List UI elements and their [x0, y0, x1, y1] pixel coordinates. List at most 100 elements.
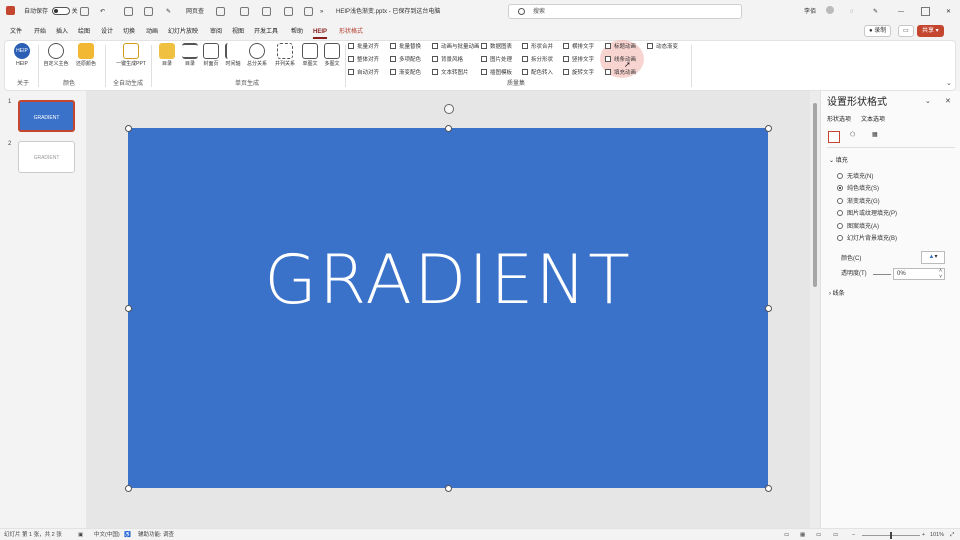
radio-solid-fill[interactable]: 纯色填充(S) — [837, 184, 879, 194]
check-dynamic-gradient[interactable]: 动态渐变 — [647, 42, 678, 52]
zoom-level[interactable]: 101% — [930, 530, 944, 540]
tab-design[interactable]: 设计 — [101, 27, 113, 37]
resize-handle[interactable] — [125, 485, 132, 492]
pen-icon[interactable]: ✎ — [873, 6, 878, 18]
format-painter-icon[interactable] — [144, 6, 153, 18]
check-batch-replace[interactable]: 批量替换 — [390, 42, 421, 52]
tab-text-options[interactable]: 文本选项 — [861, 116, 885, 124]
check-animation[interactable]: 动画与批量动画 — [432, 42, 480, 52]
one-click-ppt-button[interactable]: 一键生成PPT — [111, 43, 151, 68]
check-rotate-text[interactable]: 旋转文字 — [563, 68, 594, 78]
tab-view[interactable]: 视图 — [232, 27, 244, 37]
check-fill-animation[interactable]: 填充动画 — [605, 68, 636, 78]
resize-handle[interactable] — [445, 485, 452, 492]
ribbon-collapse-icon[interactable]: ⌄ — [946, 79, 952, 87]
record-button[interactable]: ● 录制 — [864, 25, 892, 37]
redo-icon[interactable] — [124, 6, 133, 18]
check-shape-merge[interactable]: 形状合并 — [522, 42, 553, 52]
check-title-animation[interactable]: 标题动画 — [605, 42, 636, 52]
tab-animations[interactable]: 动画 — [146, 27, 158, 37]
normal-view-icon[interactable]: ▭ — [784, 530, 789, 540]
tab-review[interactable]: 审阅 — [210, 27, 222, 37]
undo-icon[interactable]: ↶ — [100, 6, 105, 18]
share-button[interactable]: 共享 ▾ — [917, 25, 944, 37]
resize-handle[interactable] — [125, 305, 132, 312]
lightbulb-icon[interactable]: ◌ — [850, 6, 854, 18]
tab-shape-format[interactable]: 形状格式 — [339, 27, 363, 37]
user-name[interactable]: 李佰 — [804, 6, 816, 18]
total-split-button[interactable]: 总分关系 — [242, 43, 272, 68]
check-color-import[interactable]: 配色转入 — [522, 68, 553, 78]
close-icon[interactable]: ✕ — [946, 6, 951, 18]
tab-transitions[interactable]: 切换 — [123, 27, 135, 37]
radio-background-fill[interactable]: 幻灯片背景填充(B) — [837, 234, 897, 244]
line-section-header[interactable]: › 线条 — [829, 289, 845, 299]
check-vertical-text[interactable]: 竖排文字 — [563, 55, 594, 65]
tab-file[interactable]: 文件 — [10, 27, 22, 37]
slide-thumbnail[interactable]: GRADIENT — [18, 100, 75, 132]
transparency-input[interactable]: 0% ˄ ˅ — [893, 268, 945, 280]
rotate-handle[interactable] — [444, 104, 454, 114]
check-background-style[interactable]: 背景风格 — [432, 55, 463, 65]
spellcheck-icon[interactable]: ▣ — [78, 530, 83, 540]
check-illustration[interactable]: 插图模板 — [481, 68, 512, 78]
slideshow-icon[interactable]: ▭ — [833, 530, 838, 540]
maximize-icon[interactable] — [921, 6, 930, 18]
check-overall-align[interactable]: 整体对齐 — [348, 55, 379, 65]
save-icon[interactable] — [80, 6, 89, 18]
tab-shape-options[interactable]: 形状选项 — [827, 116, 851, 124]
tab-slideshow[interactable]: 幻灯片放映 — [168, 27, 198, 37]
autosave-toggle[interactable]: 关 — [52, 6, 78, 18]
custom-color-button[interactable]: 自定义主色 — [41, 43, 71, 68]
check-gradient-color[interactable]: 渐变配色 — [390, 68, 421, 78]
slide-sorter-icon[interactable]: ▦ — [800, 530, 805, 540]
presentation-icon[interactable] — [240, 6, 249, 18]
fill-line-icon[interactable] — [828, 131, 840, 143]
selected-shape[interactable]: GRADIENT — [128, 128, 768, 488]
pane-close-icon[interactable]: ✕ — [945, 97, 951, 105]
fill-section-header[interactable]: ⌄ 填充 — [829, 156, 848, 166]
more-icon[interactable]: » — [320, 6, 323, 18]
check-split-shape[interactable]: 拆分形状 — [522, 55, 553, 65]
check-auto-align[interactable]: 自动对齐 — [348, 68, 379, 78]
zoom-slider-thumb[interactable] — [890, 532, 892, 539]
resize-handle[interactable] — [125, 125, 132, 132]
check-multi-color[interactable]: 多项配色 — [390, 55, 421, 65]
heip-button[interactable]: HEIP HEIP — [7, 43, 37, 68]
tab-heip[interactable]: HEIP — [313, 27, 328, 39]
brush-icon[interactable]: ✎ — [166, 6, 171, 18]
tab-draw[interactable]: 绘图 — [78, 27, 90, 37]
chart-icon[interactable] — [304, 6, 313, 18]
check-horizontal-text[interactable]: 横排文字 — [563, 42, 594, 52]
minimize-icon[interactable]: — — [898, 6, 904, 18]
resize-handle[interactable] — [765, 485, 772, 492]
scrollbar-thumb[interactable] — [813, 103, 817, 287]
reading-view-icon[interactable]: ▭ — [816, 530, 821, 540]
zoom-in-icon[interactable]: + — [922, 530, 925, 540]
check-image-process[interactable]: 图片处理 — [481, 55, 512, 65]
document-title[interactable]: HEIP浅色渐变.pptx - 已保存到这台电脑 — [336, 6, 440, 18]
resize-handle[interactable] — [765, 125, 772, 132]
tab-help[interactable]: 帮助 — [291, 27, 303, 37]
resize-handle[interactable] — [765, 305, 772, 312]
search-input[interactable]: 搜索 — [508, 4, 742, 19]
avatar-icon[interactable] — [826, 6, 834, 18]
color-picker-button[interactable]: ▲▾ — [921, 251, 945, 264]
comments-button[interactable]: ▭ — [898, 25, 914, 37]
restore-color-button[interactable]: 还原颜色 — [71, 43, 101, 68]
spinner-icon[interactable]: ˄ ˅ — [939, 268, 942, 280]
slide-thumbnail[interactable]: GRADIENT — [18, 141, 75, 173]
quick-access-label[interactable]: 网页查 — [186, 6, 204, 18]
tab-insert[interactable]: 插入 — [56, 27, 68, 37]
print-icon[interactable] — [262, 6, 271, 18]
accessibility-icon[interactable]: ♿ — [124, 530, 131, 540]
multi-image-text-button[interactable]: 多图文 — [317, 43, 347, 68]
size-properties-icon[interactable]: ▦ — [872, 131, 884, 143]
check-batch-align[interactable]: 批量对齐 — [348, 42, 379, 52]
radio-no-fill[interactable]: 无填充(N) — [837, 172, 873, 182]
transparency-slider[interactable] — [873, 274, 891, 275]
resize-handle[interactable] — [445, 125, 452, 132]
radio-picture-fill[interactable]: 图片或纹理填充(P) — [837, 209, 897, 219]
zoom-out-icon[interactable]: − — [852, 530, 855, 540]
radio-gradient-fill[interactable]: 渐变填充(G) — [837, 197, 880, 207]
